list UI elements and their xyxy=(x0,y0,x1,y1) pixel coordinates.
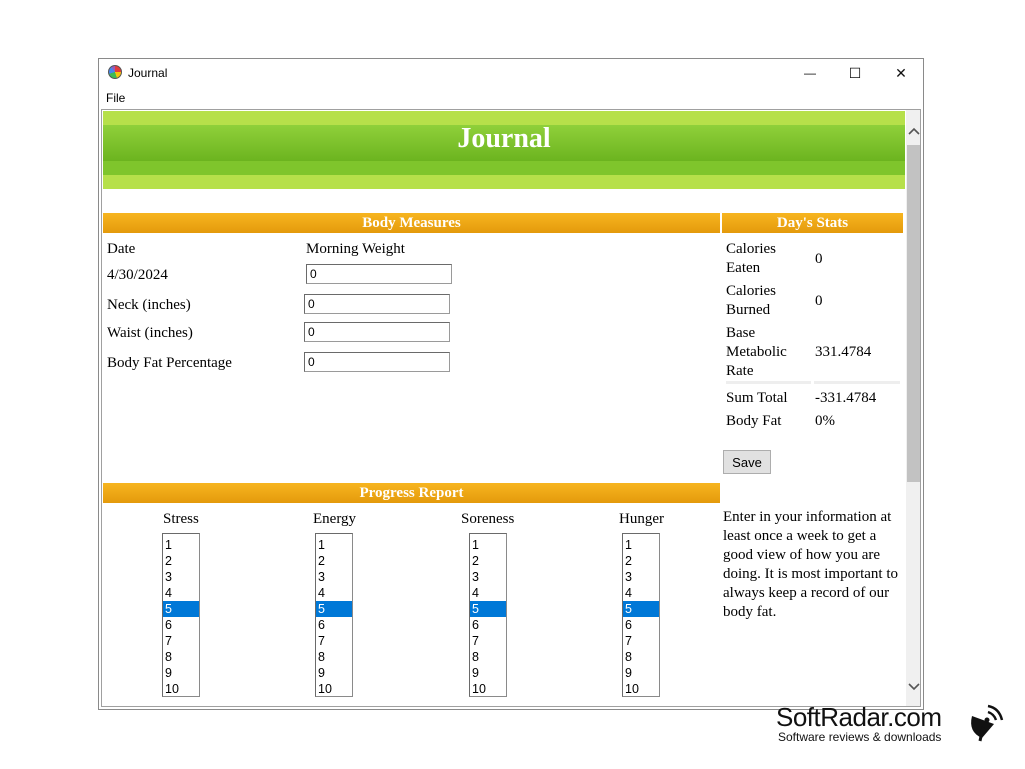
energy-option[interactable]: 8 xyxy=(316,649,352,665)
energy-option[interactable]: 5 xyxy=(316,601,352,617)
body-measures-header: Body Measures xyxy=(103,213,720,233)
soreness-option[interactable]: 2 xyxy=(470,553,506,569)
date-label: Date xyxy=(107,241,136,257)
hunger-option[interactable]: 2 xyxy=(623,553,659,569)
hunger-option[interactable]: 8 xyxy=(623,649,659,665)
soreness-option[interactable]: 9 xyxy=(470,665,506,681)
maximize-icon: ☐ xyxy=(848,64,862,81)
stress-listbox[interactable]: 1 2 3 4 5 6 7 8 9 10 xyxy=(162,533,200,697)
stress-option[interactable]: 5 xyxy=(163,601,199,617)
stress-option[interactable]: 8 xyxy=(163,649,199,665)
soreness-option[interactable]: 10 xyxy=(470,681,506,697)
close-icon: ✕ xyxy=(895,64,907,81)
days-stats-header: Day's Stats xyxy=(722,213,903,233)
hunger-option[interactable]: 4 xyxy=(623,585,659,601)
close-button[interactable]: ✕ xyxy=(878,59,924,87)
calories-burned-value: 0 xyxy=(815,293,823,309)
morning-weight-label: Morning Weight xyxy=(306,241,405,257)
energy-option[interactable]: 7 xyxy=(316,633,352,649)
energy-label: Energy xyxy=(313,511,357,527)
hunger-option[interactable]: 1 xyxy=(623,537,659,553)
journal-window: Journal — ☐ ✕ File Journal Body Measures… xyxy=(98,58,924,710)
calories-burned-label: Calories Burned xyxy=(726,283,776,318)
window-title: Journal xyxy=(128,66,168,80)
soreness-option[interactable]: 8 xyxy=(470,649,506,665)
stress-label: Stress xyxy=(163,511,199,527)
bmr-value: 331.4784 xyxy=(815,344,872,360)
energy-option[interactable]: 4 xyxy=(316,585,352,601)
menu-file[interactable]: File xyxy=(106,91,125,105)
body-fat-stat-value: 0% xyxy=(815,413,835,429)
scroll-thumb[interactable] xyxy=(907,145,920,482)
minimize-icon: — xyxy=(804,66,816,80)
hunger-option[interactable]: 6 xyxy=(623,617,659,633)
neck-input[interactable]: 0 xyxy=(304,294,450,314)
save-button[interactable]: Save xyxy=(723,450,771,474)
stress-option[interactable]: 10 xyxy=(163,681,199,697)
calories-eaten-label: Calories Eaten xyxy=(726,241,776,276)
stats-divider-left xyxy=(726,381,811,384)
waist-input[interactable]: 0 xyxy=(304,322,450,342)
stress-option[interactable]: 3 xyxy=(163,569,199,585)
minimize-button[interactable]: — xyxy=(787,59,833,87)
hunger-option[interactable]: 10 xyxy=(623,681,659,697)
body-fat-percentage-input[interactable]: 0 xyxy=(304,352,450,372)
stats-divider-right xyxy=(814,381,900,384)
soreness-option[interactable]: 1 xyxy=(470,537,506,553)
sum-total-label: Sum Total xyxy=(726,390,788,406)
watermark-tagline: Software reviews & downloads xyxy=(778,730,942,744)
banner-title: Journal xyxy=(457,123,551,154)
watermark-name: SoftRadar.com xyxy=(776,702,942,732)
date-value: 4/30/2024 xyxy=(107,267,168,283)
body-fat-stat-label: Body Fat xyxy=(726,413,782,429)
energy-option[interactable]: 9 xyxy=(316,665,352,681)
stress-option[interactable]: 1 xyxy=(163,537,199,553)
hunger-option[interactable]: 5 xyxy=(623,601,659,617)
banner: Journal xyxy=(103,111,905,191)
stress-option[interactable]: 7 xyxy=(163,633,199,649)
calories-eaten-value: 0 xyxy=(815,251,823,267)
title-bar[interactable]: Journal — ☐ ✕ xyxy=(99,59,923,87)
satellite-dish-icon xyxy=(971,704,1004,742)
maximize-button[interactable]: ☐ xyxy=(832,59,878,87)
hunger-listbox[interactable]: 1 2 3 4 5 6 7 8 9 10 xyxy=(622,533,660,697)
soreness-listbox[interactable]: 1 2 3 4 5 6 7 8 9 10 xyxy=(469,533,507,697)
app-icon xyxy=(108,65,122,79)
soreness-option[interactable]: 5 xyxy=(470,601,506,617)
vertical-scrollbar[interactable] xyxy=(906,110,920,706)
sum-total-value: -331.4784 xyxy=(815,390,877,406)
energy-option[interactable]: 2 xyxy=(316,553,352,569)
info-note: Enter in your information at least once … xyxy=(723,509,898,620)
energy-option[interactable]: 6 xyxy=(316,617,352,633)
energy-option[interactable]: 1 xyxy=(316,537,352,553)
hunger-option[interactable]: 7 xyxy=(623,633,659,649)
bmr-label: Base Metabolic Rate xyxy=(726,325,787,379)
soreness-option[interactable]: 4 xyxy=(470,585,506,601)
hunger-label: Hunger xyxy=(619,511,664,527)
soreness-option[interactable]: 6 xyxy=(470,617,506,633)
soreness-label: Soreness xyxy=(461,511,515,527)
hunger-option[interactable]: 3 xyxy=(623,569,659,585)
energy-option[interactable]: 3 xyxy=(316,569,352,585)
stress-option[interactable]: 6 xyxy=(163,617,199,633)
hunger-option[interactable]: 9 xyxy=(623,665,659,681)
waist-label: Waist (inches) xyxy=(107,325,193,341)
stress-option[interactable]: 9 xyxy=(163,665,199,681)
neck-label: Neck (inches) xyxy=(107,297,191,313)
stress-option[interactable]: 4 xyxy=(163,585,199,601)
stress-option[interactable]: 2 xyxy=(163,553,199,569)
energy-listbox[interactable]: 1 2 3 4 5 6 7 8 9 10 xyxy=(315,533,353,697)
body-fat-percentage-label: Body Fat Percentage xyxy=(107,355,232,371)
journal-content: Journal Body Measures Date 4/30/2024 Mor… xyxy=(101,109,921,707)
softradar-watermark: SoftRadar.com Software reviews & downloa… xyxy=(776,702,1016,750)
soreness-option[interactable]: 3 xyxy=(470,569,506,585)
energy-option[interactable]: 10 xyxy=(316,681,352,697)
scroll-up-icon[interactable] xyxy=(906,122,920,139)
morning-weight-input[interactable]: 0 xyxy=(306,264,452,284)
soreness-option[interactable]: 7 xyxy=(470,633,506,649)
progress-report-header: Progress Report xyxy=(103,483,720,503)
scroll-down-icon[interactable] xyxy=(906,678,920,695)
